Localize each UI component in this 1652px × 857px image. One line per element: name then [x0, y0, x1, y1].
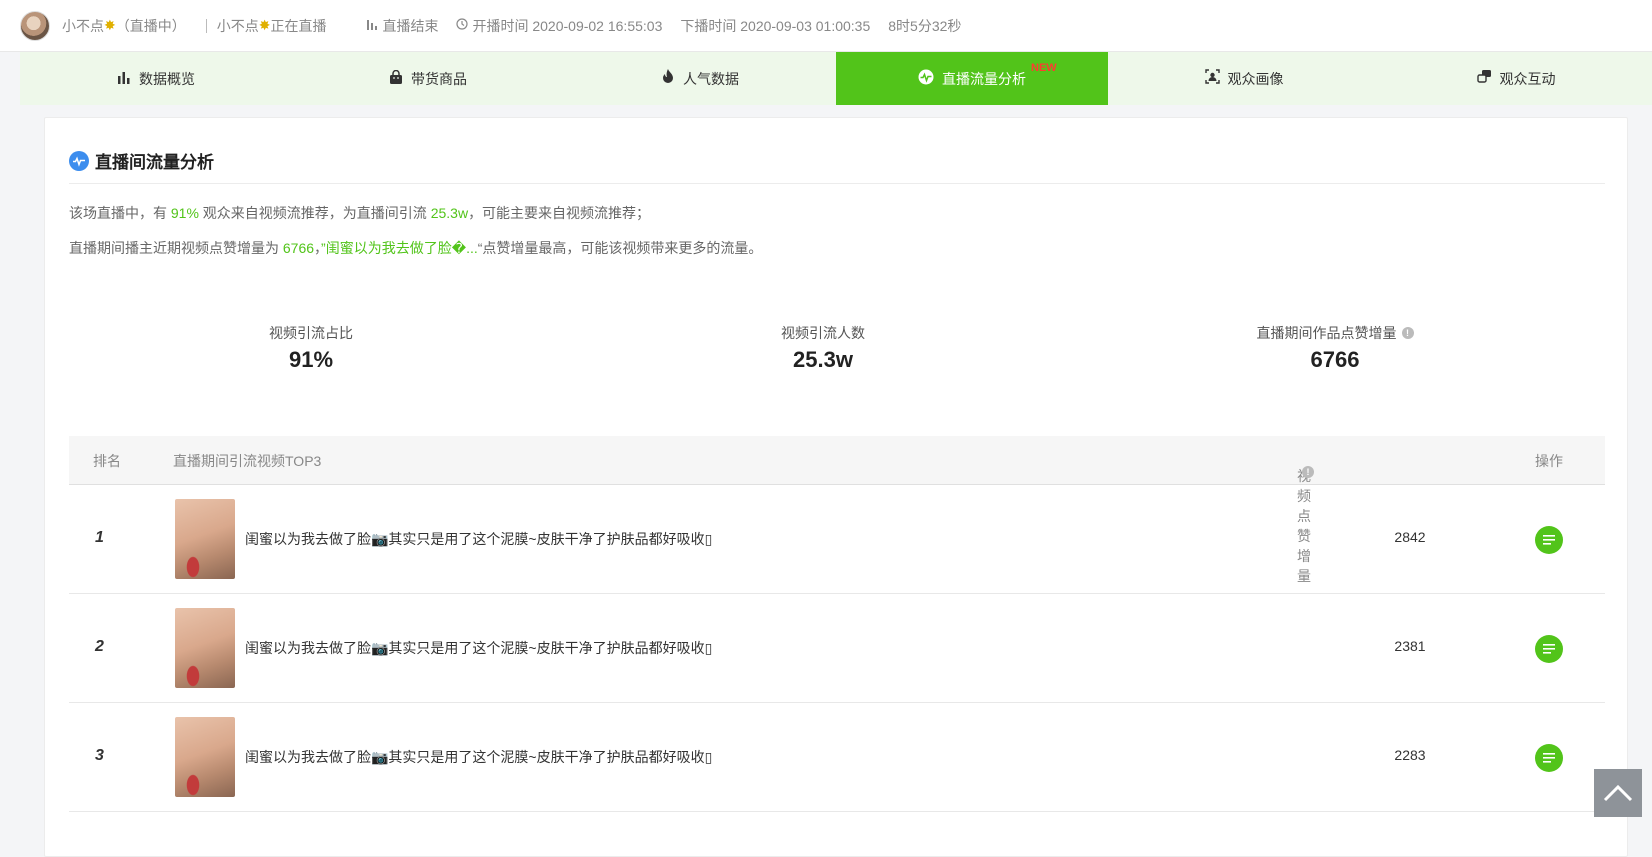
- stats-row: 视频引流占比 91% 视频引流人数 25.3w 直播期间作品点赞增量! 6766: [69, 323, 1605, 403]
- stat-label-text: 视频引流人数: [781, 325, 865, 341]
- summary-line-1: 该场直播中，有 91% 观众来自视频流推荐，为直播间引流 25.3w，可能主要来…: [69, 203, 650, 223]
- tab-popularity[interactable]: 人气数据: [564, 52, 836, 105]
- sparkle-icon: ✸: [104, 17, 116, 33]
- pulse-icon: [918, 69, 934, 89]
- traffic-analysis-card: 直播间流量分析 该场直播中，有 91% 观众来自视频流推荐，为直播间引流 25.…: [44, 117, 1628, 857]
- tab-label: 数据概览: [139, 70, 195, 87]
- top-bar: 小不点 ✸ （直播中） 小不点 ✸ 正在直播 直播结束 开播时间 2020-09…: [0, 0, 1652, 52]
- back-to-top-button[interactable]: [1594, 769, 1642, 817]
- likes-increase: 2842: [1394, 529, 1426, 545]
- header-rank: 排名: [93, 453, 121, 469]
- pulse-icon: [69, 150, 89, 171]
- summary-text: “点赞增量最高，可能该视频带来更多的流量。: [477, 240, 763, 256]
- tab-label: 观众互动: [1499, 70, 1556, 87]
- top-video-link[interactable]: ”闺蜜以为我去做了脸�...: [321, 240, 478, 256]
- rank-number: 2: [95, 638, 104, 655]
- stat-value: 91%: [288, 347, 334, 372]
- tab-audience-interaction[interactable]: 观众互动: [1380, 52, 1652, 105]
- list-icon: [1543, 753, 1555, 763]
- live-title-name: 小不点: [216, 17, 259, 34]
- info-icon[interactable]: !: [1401, 327, 1414, 339]
- portrait-icon: [1204, 69, 1220, 88]
- video-thumbnail[interactable]: [175, 717, 235, 797]
- tab-label: 带货商品: [411, 70, 467, 87]
- start-time: 开播时间 2020-09-02 16:55:03: [456, 16, 662, 36]
- rank-number: 3: [95, 747, 104, 764]
- tab-products[interactable]: 带货商品: [292, 52, 564, 105]
- detail-button[interactable]: [1535, 526, 1563, 554]
- streamer-status: （直播中）: [115, 17, 186, 34]
- start-time-label: 开播时间 2020-09-02 16:55:03: [472, 17, 663, 34]
- end-time: 下播时间 2020-09-03 01:00:35: [680, 16, 870, 36]
- chevron-up-icon: [1603, 784, 1633, 802]
- stat-video-traffic-count: 视频引流人数 25.3w: [673, 323, 973, 373]
- live-state-label: 直播结束: [382, 17, 439, 34]
- stat-video-traffic-ratio: 视频引流占比 91%: [161, 323, 461, 373]
- tab-traffic-analysis[interactable]: 直播流量分析 NEW: [836, 52, 1108, 105]
- summary-text: 该场直播中，有: [69, 205, 171, 221]
- avatar[interactable]: [20, 10, 50, 41]
- tab-label: 人气数据: [683, 70, 739, 87]
- tab-overview[interactable]: 数据概览: [20, 52, 292, 105]
- card-title: 直播间流量分析: [95, 153, 214, 172]
- tab-label: 观众画像: [1227, 70, 1284, 87]
- rank-number: 1: [95, 529, 104, 546]
- stat-label-text: 直播期间作品点赞增量: [1256, 325, 1397, 341]
- stat-label-text: 视频引流占比: [269, 325, 353, 341]
- list-icon: [1543, 644, 1555, 654]
- divider: [205, 18, 207, 33]
- summary-text: ，: [314, 240, 322, 256]
- info-icon[interactable]: !: [1302, 466, 1314, 478]
- table-header: 排名 直播期间引流视频TOP3 视频点赞增量! 操作: [69, 436, 1605, 584]
- tab-audience-portrait[interactable]: 观众画像: [1108, 52, 1380, 105]
- summary-highlight: 25.3w: [430, 205, 469, 221]
- video-thumbnail[interactable]: [175, 608, 235, 688]
- video-title[interactable]: 闺蜜以为我去做了脸📷其实只是用了这个泥膜~皮肤干净了护肤品都好吸收▯: [245, 529, 712, 549]
- bar-chart-icon: [117, 70, 131, 88]
- stat-label: 视频引流占比: [161, 323, 461, 343]
- duration-label: 8时5分32秒: [888, 17, 962, 34]
- table-row: 2 闺蜜以为我去做了脸📷其实只是用了这个泥膜~皮肤干净了护肤品都好吸收▯ 238…: [69, 594, 1605, 703]
- video-title[interactable]: 闺蜜以为我去做了脸📷其实只是用了这个泥膜~皮肤干净了护肤品都好吸收▯: [245, 638, 712, 658]
- sparkle-icon: ✸: [258, 17, 271, 33]
- detail-button[interactable]: [1535, 744, 1563, 772]
- detail-button[interactable]: [1535, 635, 1563, 663]
- table-row: 1 闺蜜以为我去做了脸📷其实只是用了这个泥膜~皮肤干净了护肤品都好吸收▯ 284…: [69, 485, 1605, 594]
- flame-icon: [661, 69, 675, 88]
- card-header: 直播间流量分析: [69, 138, 1605, 184]
- list-icon: [1543, 535, 1555, 545]
- live-title: 正在直播: [270, 17, 327, 34]
- new-badge: NEW: [1031, 62, 1057, 74]
- summary-highlight: 91%: [170, 205, 199, 221]
- header-op: 操作: [1535, 453, 1563, 469]
- summary-text: 直播期间播主近期视频点赞增量为: [69, 240, 283, 256]
- table-row: 3 闺蜜以为我去做了脸📷其实只是用了这个泥膜~皮肤干净了护肤品都好吸收▯ 228…: [69, 703, 1605, 812]
- likes-increase: 2283: [1394, 747, 1426, 763]
- summary-highlight: 6766: [282, 240, 315, 256]
- stat-value: 6766: [1310, 347, 1360, 372]
- likes-increase: 2381: [1394, 638, 1426, 654]
- stat-label: 视频引流人数: [673, 323, 973, 343]
- header-video: 直播期间引流视频TOP3: [173, 453, 322, 469]
- stat-label: 直播期间作品点赞增量!: [1185, 323, 1485, 343]
- video-thumbnail[interactable]: [175, 499, 235, 579]
- tab-bar: 数据概览 带货商品 人气数据 直播流量分析 NEW 观众画像 观众互动: [20, 52, 1652, 105]
- duration: 8时5分32秒: [888, 16, 961, 36]
- shopping-bag-icon: [389, 69, 403, 88]
- tab-label: 直播流量分析: [942, 70, 1026, 87]
- stat-value: 25.3w: [793, 347, 853, 372]
- clock-icon: [456, 18, 469, 33]
- interaction-icon: [1476, 69, 1492, 88]
- summary-text: 观众来自视频流推荐，为直播间引流: [198, 205, 431, 221]
- bar-chart-icon: [366, 18, 378, 33]
- live-state: 直播结束: [366, 16, 438, 36]
- video-title[interactable]: 闺蜜以为我去做了脸📷其实只是用了这个泥膜~皮肤干净了护肤品都好吸收▯: [245, 747, 712, 767]
- summary-text: ，可能主要来自视频流推荐；: [468, 205, 651, 221]
- summary-line-2: 直播期间播主近期视频点赞增量为 6766，”闺蜜以为我去做了脸�...“点赞增量…: [69, 238, 762, 258]
- streamer-name: 小不点: [62, 17, 104, 34]
- end-time-label: 下播时间 2020-09-03 01:00:35: [680, 17, 871, 34]
- top-videos-table: 排名 直播期间引流视频TOP3 视频点赞增量! 操作 1 闺蜜以为我去做了脸📷其…: [69, 436, 1605, 812]
- stat-likes-increase: 直播期间作品点赞增量! 6766: [1185, 323, 1485, 373]
